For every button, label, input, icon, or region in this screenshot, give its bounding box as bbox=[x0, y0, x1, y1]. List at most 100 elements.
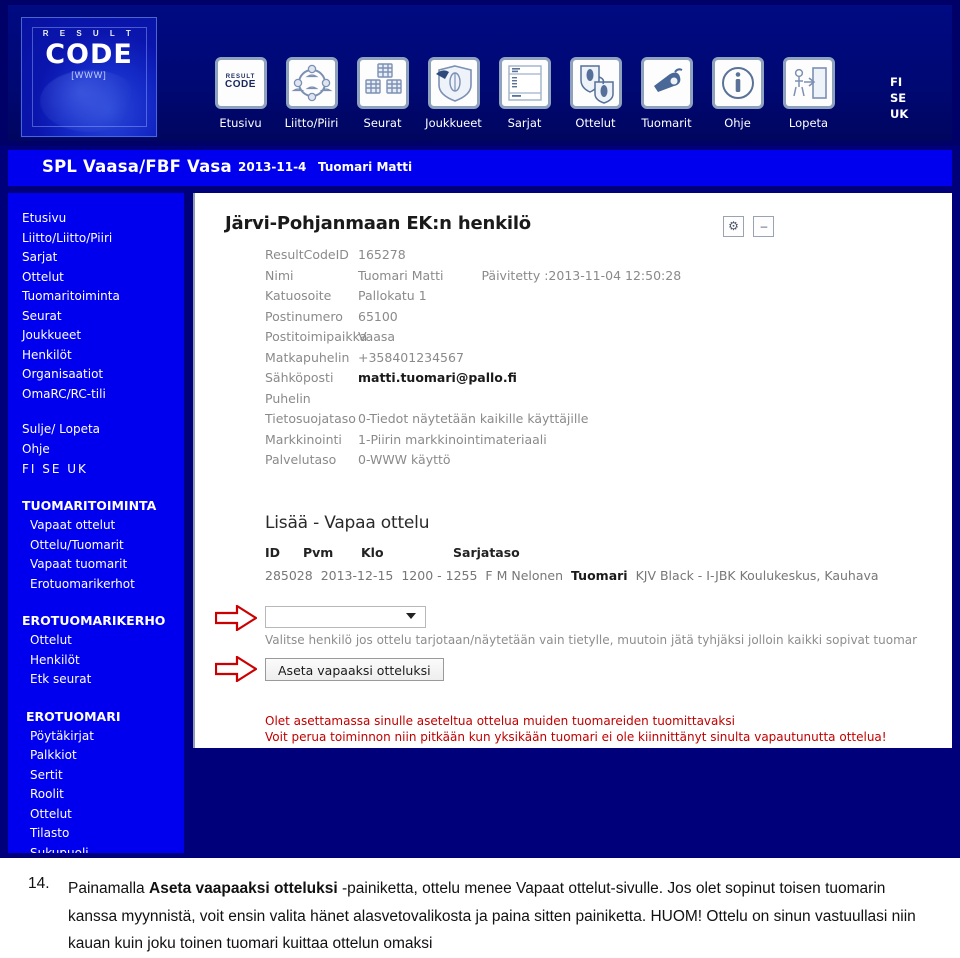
sidebar-item-ottelut[interactable]: Ottelut bbox=[8, 631, 184, 651]
detail-row: Palvelutaso 0-WWW käyttö bbox=[265, 450, 681, 471]
header-lang-se[interactable]: SE bbox=[890, 90, 930, 106]
detail-row: PostitoimipaikkaVaasa bbox=[265, 327, 681, 348]
sidebar-item-liitto-liitto-piiri[interactable]: Liitto/Liitto/Piiri bbox=[8, 229, 184, 249]
team-shield-icon[interactable] bbox=[427, 57, 480, 109]
sidebar-item-tuomaritoiminta[interactable]: Tuomaritoiminta bbox=[8, 287, 184, 307]
annotation-arrow-button bbox=[215, 656, 257, 682]
sidebar-item-roolit[interactable]: Roolit bbox=[8, 785, 184, 805]
person-select[interactable] bbox=[265, 606, 426, 628]
page-title: Järvi-Pohjanmaan EK:n henkilö bbox=[225, 213, 531, 234]
header-lang-fi[interactable]: FI bbox=[890, 74, 930, 90]
detail-label: Postinumero bbox=[265, 308, 343, 324]
nav-item-joukkueet[interactable]: Joukkueet bbox=[418, 57, 489, 130]
sidebar-item-tilasto[interactable]: Tilasto bbox=[8, 824, 184, 844]
whistle-icon[interactable] bbox=[640, 57, 693, 109]
sidebar-item-vapaat-ottelut[interactable]: Vapaat ottelut bbox=[8, 516, 184, 536]
detail-value: Pallokatu 1 bbox=[358, 288, 427, 303]
detail-value: 165278 bbox=[358, 247, 406, 262]
info-circle-icon[interactable] bbox=[711, 57, 764, 109]
detail-updated-timestamp: Päivitetty :2013-11-04 12:50:28 bbox=[481, 267, 682, 283]
detail-value: 0-WWW käyttö bbox=[358, 452, 451, 467]
sidebar-item-ottelut[interactable]: Ottelut bbox=[8, 268, 184, 288]
detail-row: Markkinointi 1-Piirin markkinointimateria… bbox=[265, 430, 681, 451]
nav-item-ohje[interactable]: Ohje bbox=[702, 57, 773, 130]
resultcode-logo[interactable]: R E S U L T CODE [WWW] bbox=[21, 17, 157, 137]
cell-pvm: 2013-12-15 bbox=[320, 568, 394, 583]
sidebar-item-etk-seurat[interactable]: Etk seurat bbox=[8, 670, 184, 690]
detail-row: Sähköposti matti.tuomari@pallo.fi bbox=[265, 368, 681, 389]
nav-item-tuomarit[interactable]: Tuomarit bbox=[631, 57, 702, 130]
sidebar-item-sukupuoli[interactable]: Sukupuoli bbox=[8, 844, 184, 854]
minus-icon: – bbox=[760, 219, 768, 233]
detail-row: Tietosuojataso 0-Tiedot näytetään kaikill… bbox=[265, 409, 681, 430]
left-sidebar: Etusivu Liitto/Liitto/Piiri Sarjat Ottelut T… bbox=[8, 193, 184, 853]
detail-value: 65100 bbox=[358, 308, 398, 324]
nav-item-etusivu[interactable]: RESULT CODE Etusivu bbox=[205, 57, 276, 130]
panel-tool-buttons: ⚙ – bbox=[718, 216, 775, 237]
match-shields-icon[interactable] bbox=[569, 57, 622, 109]
sidebar-item-ohje[interactable]: Ohje bbox=[8, 440, 184, 460]
network-people-icon[interactable] bbox=[285, 57, 338, 109]
nav-item-sarjat[interactable]: Sarjat bbox=[489, 57, 560, 130]
sidebar-item-sarjat[interactable]: Sarjat bbox=[8, 248, 184, 268]
caption-bold-term: Aseta vaapaaksi otteluksi bbox=[149, 880, 338, 897]
detail-label: Sähköposti bbox=[265, 370, 334, 385]
cell-klo: 1200 - 1255 bbox=[401, 568, 478, 583]
sidebar-item-erotuomarikerhot[interactable]: Erotuomarikerhot bbox=[8, 575, 184, 595]
sidebar-item-organisaatiot[interactable]: Organisaatiot bbox=[8, 365, 184, 385]
sidebar-item-henkil-t[interactable]: Henkilöt bbox=[8, 346, 184, 366]
cell-sarjataso: F M Nelonen bbox=[485, 568, 564, 583]
sidebar-item-ottelu-tuomarit[interactable]: Ottelu/Tuomarit bbox=[8, 536, 184, 556]
sidebar-item-henkil-t[interactable]: Henkilöt bbox=[8, 651, 184, 671]
set-free-match-button[interactable]: Aseta vapaaksi otteluksi bbox=[265, 658, 444, 681]
annotation-arrow-select bbox=[215, 605, 257, 631]
detail-row: Postinumero 65100 bbox=[265, 307, 681, 328]
caption-number: 14. bbox=[28, 875, 50, 892]
current-user: Tuomari Matti bbox=[318, 160, 413, 174]
nav-label: Lopeta bbox=[788, 116, 829, 130]
clubs-group-icon[interactable] bbox=[356, 57, 409, 109]
header-lang-uk[interactable]: UK bbox=[890, 106, 930, 122]
chevron-down-icon bbox=[406, 613, 416, 619]
nav-label: Seurat bbox=[363, 116, 402, 130]
exit-door-icon[interactable] bbox=[782, 57, 835, 109]
resultcode-logo-icon[interactable]: RESULT CODE bbox=[214, 57, 267, 109]
detail-row: Katuosoite Pallokatu 1 bbox=[265, 286, 681, 307]
detail-value: 1-Piirin markkinointimateriaali bbox=[358, 431, 547, 447]
detail-row: ResultCodeID 165278 bbox=[265, 245, 681, 266]
sidebar-item-sertit[interactable]: Sertit bbox=[8, 766, 184, 786]
sidebar-language-switcher[interactable]: FI SE UK bbox=[8, 459, 184, 479]
logo-result-text: R E S U L T bbox=[42, 29, 136, 38]
sidebar-item-palkkiot[interactable]: Palkkiot bbox=[8, 746, 184, 766]
detail-row: Puhelin bbox=[265, 389, 681, 410]
series-table-icon[interactable] bbox=[498, 57, 551, 109]
sidebar-util-links: Sulje/ Lopeta Ohje bbox=[8, 420, 184, 459]
detail-label: Palvelutaso bbox=[265, 452, 337, 467]
col-header-sarjataso: Sarjataso bbox=[453, 545, 520, 560]
detail-value: 0-Tiedot näytetään kaikille käyttäjille bbox=[358, 411, 589, 426]
nav-item-liitto-piiri[interactable]: Liitto/Piiri bbox=[276, 57, 347, 130]
sidebar-item-ottelut[interactable]: Ottelut bbox=[8, 805, 184, 825]
detail-row: Nimi Tuomari Matti Päivitetty :2013-11-04 … bbox=[265, 266, 681, 287]
document-caption: 14. Painamalla Aseta vaapaaksi otteluksi… bbox=[0, 858, 960, 953]
nav-item-seurat[interactable]: Seurat bbox=[347, 57, 418, 130]
caption-text: Painamalla Aseta vaapaaksi otteluksi -pa… bbox=[68, 875, 938, 958]
sidebar-item-joukkueet[interactable]: Joukkueet bbox=[8, 326, 184, 346]
nav-label: Etusivu bbox=[219, 116, 262, 130]
sidebar-item-etusivu[interactable]: Etusivu bbox=[8, 209, 184, 229]
add-match-title: Lisää - Vapaa ottelu bbox=[265, 513, 430, 533]
col-header-klo: Klo bbox=[361, 545, 384, 560]
sidebar-item-omarc-rc-tili[interactable]: OmaRC/RC-tili bbox=[8, 385, 184, 405]
table-row: 285028 2013-12-15 1200 - 1255 F M Nelone… bbox=[265, 568, 879, 583]
nav-item-ottelut[interactable]: Ottelut bbox=[560, 57, 631, 130]
sidebar-item-vapaat-tuomarit[interactable]: Vapaat tuomarit bbox=[8, 555, 184, 575]
sidebar-item-p-yt-kirjat[interactable]: Pöytäkirjat bbox=[8, 727, 184, 747]
sidebar-item-sulje-lopeta[interactable]: Sulje/ Lopeta bbox=[8, 420, 184, 440]
settings-gear-button[interactable]: ⚙ bbox=[723, 216, 744, 237]
detail-value: matti.tuomari@pallo.fi bbox=[358, 370, 517, 385]
sidebar-groups: TUOMARITOIMINTA Vapaat ottelut Ottelu/Tuom… bbox=[8, 479, 184, 853]
minimize-button[interactable]: – bbox=[753, 216, 775, 237]
nav-item-lopeta[interactable]: Lopeta bbox=[773, 57, 844, 130]
sidebar-item-seurat[interactable]: Seurat bbox=[8, 307, 184, 327]
